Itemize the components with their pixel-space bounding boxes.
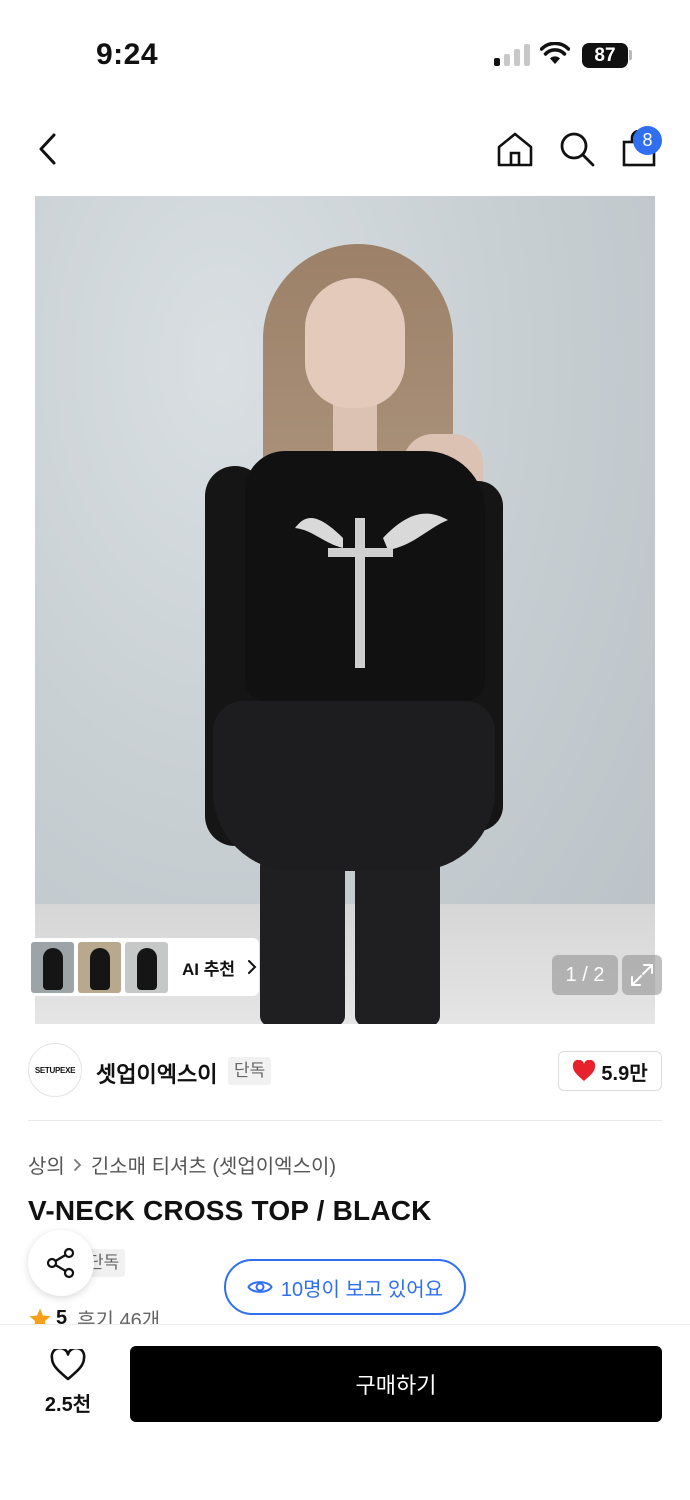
battery-indicator: 87 [582,43,628,68]
brand-logo[interactable]: SETUPEXE [28,1043,82,1097]
ai-recommend-card[interactable]: AI 추천 [28,938,259,996]
bottom-action-bar: 2.5천 구매하기 [0,1324,690,1500]
viewer-count-text: 10명이 보고 있어요 [280,1278,444,1301]
expand-icon [631,964,653,986]
shirt-graphic [295,513,448,668]
buy-button[interactable]: 구매하기 [130,1346,662,1422]
brand-name[interactable]: 셋업이엑스이 [96,1057,217,1089]
breadcrumb: 상의 긴소매 티셔츠 (셋업이엑스이) [28,1150,336,1179]
wifi-icon [540,42,570,64]
exclusive-badge: 단독 [228,1057,272,1085]
home-icon [497,132,533,167]
search-icon [560,132,595,167]
nav-bar [0,115,690,187]
recommend-thumbnail[interactable] [78,941,121,993]
breadcrumb-subcategory[interactable]: 긴소매 티셔츠 (셋업이엑스이) [91,1150,336,1179]
cellular-signal-icon [494,44,530,66]
back-button[interactable] [26,127,70,171]
cart-count-badge: 8 [633,126,662,155]
divider [28,1120,662,1121]
ai-recommend-label: AI 추천 [182,959,236,979]
viewer-count-pill: 10명이 보고 있어요 [224,1259,466,1315]
expand-button[interactable] [622,955,662,995]
product-title: V-NECK CROSS TOP / BLACK [28,1195,432,1226]
status-time: 9:24 [96,38,159,71]
chevron-right-icon [73,1158,82,1171]
brand-logo-text: SETUPEXE [34,1065,76,1075]
home-button[interactable] [493,127,537,171]
product-image[interactable] [35,196,655,1024]
brand-like-count: 5.9만 [601,1062,648,1085]
model-leg [355,856,440,1024]
heart-icon [573,1060,596,1081]
eye-icon [247,1281,273,1293]
chevron-right-icon [248,960,257,974]
share-button[interactable] [28,1230,94,1296]
status-bar: 9:24 87 [0,0,690,100]
search-button[interactable] [555,127,599,171]
brand-like-button[interactable]: 5.9만 [558,1051,662,1091]
brand-row: SETUPEXE 셋업이엑스이 단독 5.9만 [28,1043,662,1099]
recommend-thumbnail[interactable] [125,941,168,993]
model-shorts [213,701,495,871]
recommend-thumbnail[interactable] [31,941,74,993]
heart-icon [50,1346,86,1381]
breadcrumb-category[interactable]: 상의 [28,1150,65,1179]
model-face [305,278,405,408]
wishlist-button[interactable]: 2.5천 [32,1346,104,1417]
share-icon [46,1247,75,1279]
back-icon [39,133,56,165]
model-leg [260,856,345,1024]
wishlist-count: 2.5천 [44,1394,92,1416]
image-counter: 1 / 2 [552,955,618,995]
battery-tip [629,50,632,60]
